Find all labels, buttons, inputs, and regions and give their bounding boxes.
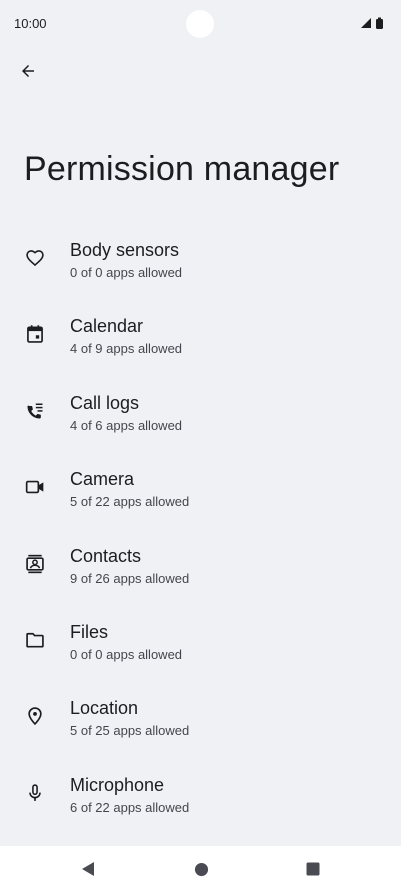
permission-summary: 0 of 0 apps allowed	[70, 265, 183, 280]
battery-icon	[376, 17, 383, 29]
camera-icon	[24, 476, 46, 498]
nav-back-button[interactable]	[77, 858, 99, 880]
permission-item-camera[interactable]: Camera 5 of 22 apps allowed	[0, 461, 401, 537]
location-pin-icon	[24, 705, 46, 727]
calendar-icon	[24, 323, 46, 345]
permission-item-files[interactable]: Files 0 of 0 apps allowed	[0, 614, 401, 690]
permission-summary: 9 of 26 apps allowed	[70, 570, 190, 586]
permission-summary: 5 of 22 apps allowed	[70, 494, 190, 510]
signal-icon	[361, 18, 371, 28]
permission-label: Microphone	[70, 774, 165, 795]
navigation-bar	[0, 846, 401, 892]
permission-summary: 5 of 25 apps allowed	[70, 723, 190, 739]
permission-item-calendar[interactable]: Calendar 4 of 9 apps allowed	[0, 308, 401, 384]
triangle-back-icon	[80, 861, 96, 877]
heart-icon	[24, 247, 46, 269]
permission-summary: 4 of 6 apps allowed	[70, 417, 183, 433]
permission-label: Body sensors	[70, 240, 180, 260]
permission-summary: 0 of 0 apps allowed	[70, 646, 183, 662]
permission-label: Call logs	[70, 392, 140, 413]
permission-label: Camera	[70, 469, 135, 490]
status-time: 10:00	[14, 16, 47, 31]
permission-item-location[interactable]: Location 5 of 25 apps allowed	[0, 690, 401, 766]
folder-icon	[24, 629, 46, 651]
permission-label: Files	[70, 621, 109, 642]
circle-home-icon	[194, 862, 209, 877]
permission-label: Calendar	[70, 316, 144, 337]
permission-summary: 4 of 9 apps allowed	[70, 341, 183, 357]
permission-label: Location	[70, 698, 139, 719]
call-log-icon	[24, 400, 46, 422]
status-bar: 10:00	[0, 0, 401, 48]
square-recents-icon	[306, 862, 320, 876]
permission-summary: 6 of 22 apps allowed	[70, 799, 190, 815]
contacts-icon	[24, 553, 46, 575]
permission-list: Body sensors 0 of 0 apps allowed Calenda…	[0, 232, 401, 843]
nav-recents-button[interactable]	[302, 858, 324, 880]
permission-label: Contacts	[70, 545, 142, 566]
page-title: Permission manager	[24, 150, 340, 188]
arrow-left-icon	[19, 62, 37, 80]
status-icons	[359, 17, 389, 29]
permission-item-contacts[interactable]: Contacts 9 of 26 apps allowed	[0, 538, 401, 614]
back-button[interactable]	[12, 55, 44, 87]
microphone-icon	[24, 782, 46, 804]
permission-item-microphone[interactable]: Microphone 6 of 22 apps allowed	[0, 767, 401, 843]
camera-cutout	[186, 10, 214, 38]
nav-home-button[interactable]	[190, 858, 212, 880]
permission-item-body-sensors[interactable]: Body sensors 0 of 0 apps allowed	[0, 232, 401, 308]
permission-item-call-logs[interactable]: Call logs 4 of 6 apps allowed	[0, 385, 401, 461]
